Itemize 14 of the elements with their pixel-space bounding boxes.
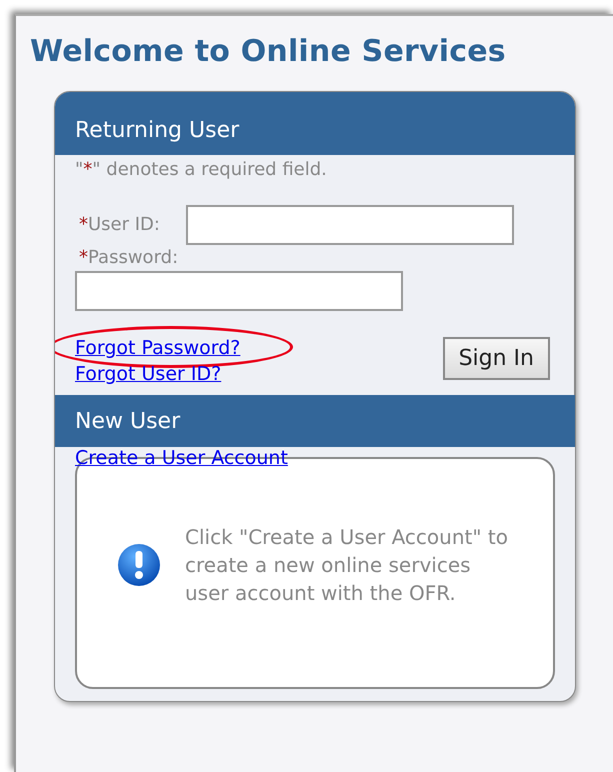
input-field[interactable] [75, 271, 403, 311]
input-field[interactable] [186, 205, 514, 245]
link[interactable]: Create a User Account [75, 445, 288, 471]
required-note: "*" denotes a required field. [75, 158, 328, 182]
sign-in-button[interactable]: Sign In [442, 337, 550, 380]
field-label: *Password: [79, 246, 180, 270]
section-heading: Returning User [55, 92, 575, 155]
exclamation-icon [117, 543, 161, 587]
link[interactable]: Forgot Password? [75, 337, 240, 359]
link[interactable]: Forgot User ID? [75, 363, 222, 385]
info-message: Click "Create a User Account" to create a new online services user account with the OFR. [185, 524, 509, 607]
page-title: Welcome to Online Services [30, 34, 507, 69]
section-heading: New User [55, 395, 575, 447]
field-label: *User ID: [79, 213, 160, 237]
